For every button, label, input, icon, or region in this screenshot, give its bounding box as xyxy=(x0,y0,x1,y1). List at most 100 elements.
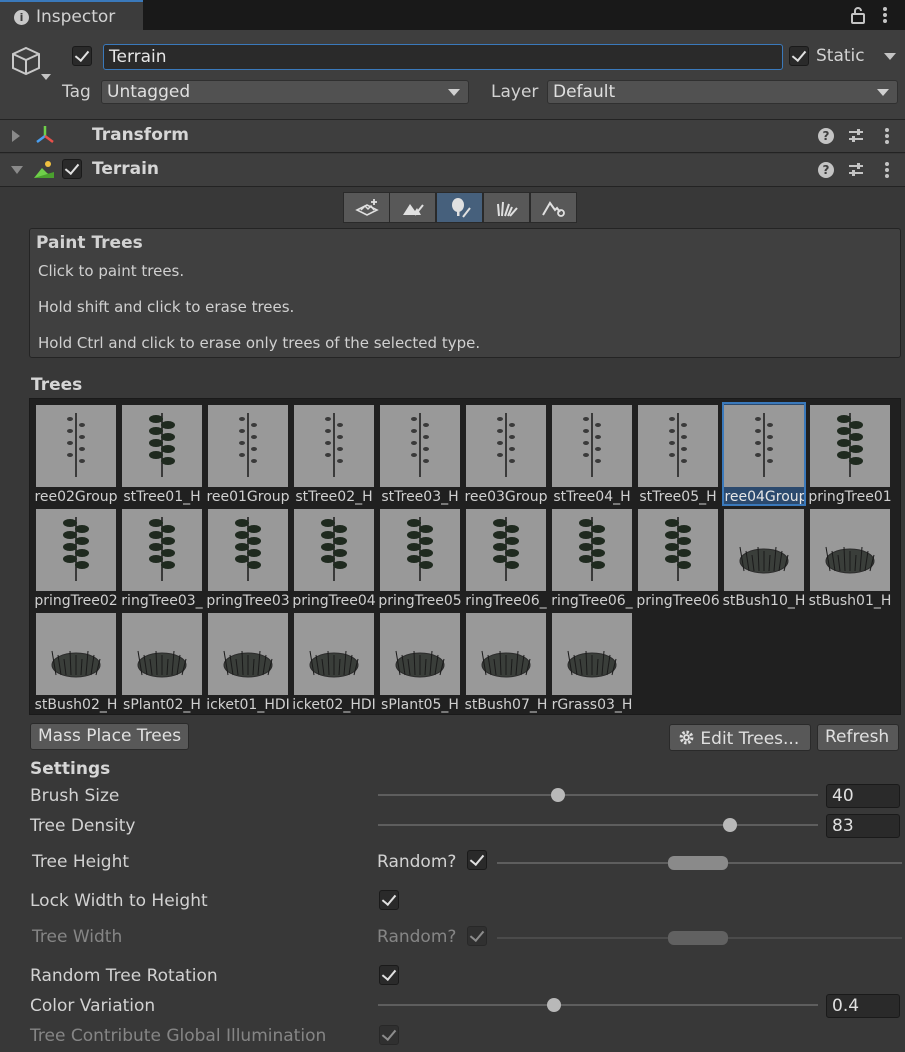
tree-prototype-item[interactable]: ringTree03_ xyxy=(120,506,204,610)
tree-prototype-item[interactable]: pringTree06 xyxy=(636,506,720,610)
tree-prototype-label: ree01Group xyxy=(206,489,290,505)
tree-thumbnail-image xyxy=(36,613,116,695)
tree-prototype-item[interactable]: stBush10_H xyxy=(722,506,806,610)
tree-silhouette-icon xyxy=(67,413,85,477)
color-variation-slider-thumb[interactable] xyxy=(547,998,561,1012)
tree-prototype-item[interactable]: sPlant05_H xyxy=(378,610,462,714)
help-icon[interactable]: ? xyxy=(818,128,834,144)
terrain-title: Terrain xyxy=(92,159,160,179)
edit-trees-button[interactable]: Edit Trees... xyxy=(669,724,811,751)
tree-prototype-item[interactable]: icket01_HDI xyxy=(206,610,290,714)
tree-prototype-item[interactable]: stTree04_H xyxy=(550,402,634,506)
chevron-down-icon xyxy=(448,89,460,96)
tree-thumbnail-image xyxy=(552,405,632,487)
create-neighbor-terrains-button[interactable] xyxy=(343,192,390,223)
lock-icon[interactable] xyxy=(850,6,866,24)
tree-silhouette-icon xyxy=(235,517,261,581)
mass-place-trees-button[interactable]: Mass Place Trees xyxy=(30,723,190,750)
tree-prototype-item[interactable]: ree01Group xyxy=(206,402,290,506)
tree-prototype-item[interactable]: ringTree06_ xyxy=(464,506,548,610)
tab-menu-icon[interactable] xyxy=(882,6,888,24)
tree-prototype-label: stBush07_H xyxy=(464,697,548,713)
create-neighbor-terrains-icon xyxy=(355,199,379,216)
paint-details-icon xyxy=(497,201,518,217)
tree-thumbnail-image xyxy=(36,509,116,591)
help-icon[interactable]: ? xyxy=(818,162,834,178)
terrain-enabled-checkbox[interactable] xyxy=(62,159,82,179)
tree-silhouette-icon xyxy=(239,413,257,477)
tree-prototype-item[interactable]: pringTree04 xyxy=(292,506,376,610)
tree-prototype-item[interactable]: stBush07_H xyxy=(464,610,548,714)
random-tree-rotation-checkbox[interactable] xyxy=(379,965,399,985)
tree-prototype-item[interactable]: stTree01_H xyxy=(120,402,204,506)
terrain-tool-toolbar xyxy=(343,192,578,223)
tree-prototype-item[interactable]: ringTree06_ xyxy=(550,506,634,610)
tree-prototype-item[interactable]: sPlant02_H xyxy=(120,610,204,714)
static-label: Static xyxy=(816,46,865,66)
foldout-collapsed-icon[interactable] xyxy=(12,130,20,142)
tree-silhouette-icon xyxy=(137,650,187,678)
color-variation-field[interactable]: 0.4 xyxy=(826,994,900,1018)
tree-prototype-item[interactable]: pringTree02 xyxy=(34,506,118,610)
tree-prototype-item[interactable]: rGrass03_H xyxy=(550,610,634,714)
tree-prototype-item[interactable]: pringTree03 xyxy=(206,506,290,610)
tree-prototype-label: ree02Group xyxy=(34,489,118,505)
component-menu-icon[interactable] xyxy=(884,127,890,145)
tree-prototype-label: stBush10_H xyxy=(722,593,806,609)
tree-prototype-label: ree04Group xyxy=(724,489,806,505)
paint-trees-button[interactable] xyxy=(436,192,483,223)
tree-contribute-gi-checkbox xyxy=(379,1025,399,1045)
tree-height-minmax-range[interactable] xyxy=(668,856,728,870)
tree-height-random-checkbox[interactable] xyxy=(467,850,487,870)
tree-prototype-label: sPlant05_H xyxy=(381,697,459,713)
tree-prototype-item[interactable]: pringTree05 xyxy=(378,506,462,610)
terrain-settings-button[interactable] xyxy=(530,192,577,223)
tree-density-slider-track[interactable] xyxy=(378,824,818,826)
tree-prototype-item[interactable]: ree04Group xyxy=(722,402,806,506)
help-title: Paint Trees xyxy=(36,233,143,253)
tree-silhouette-icon xyxy=(665,517,691,581)
tree-height-label: Tree Height xyxy=(32,852,130,872)
tree-thumbnail-image xyxy=(810,405,890,487)
tree-prototype-item[interactable]: ree02Group xyxy=(34,402,118,506)
icon-dropdown-arrow-icon[interactable] xyxy=(41,74,51,80)
static-checkbox[interactable] xyxy=(789,46,809,66)
tree-thumbnail-image xyxy=(122,613,202,695)
tree-thumbnail-image xyxy=(294,613,374,695)
tab-inspector[interactable]: i Inspector xyxy=(0,0,143,30)
tree-prototype-label: pringTree01 xyxy=(808,489,892,505)
active-checkbox[interactable] xyxy=(72,46,92,66)
layer-dropdown[interactable]: Default xyxy=(547,80,898,104)
gameobject-cube-icon[interactable] xyxy=(10,45,42,77)
tree-prototype-item[interactable]: ree03Group xyxy=(464,402,548,506)
tag-dropdown[interactable]: Untagged xyxy=(101,80,469,104)
tree-prototype-item[interactable]: stTree02_H xyxy=(292,402,376,506)
static-dropdown-icon[interactable] xyxy=(884,53,896,60)
tree-silhouette-icon xyxy=(579,517,605,581)
tree-density-slider-thumb[interactable] xyxy=(723,818,737,832)
component-menu-icon[interactable] xyxy=(884,161,890,179)
foldout-expanded-icon[interactable] xyxy=(11,166,23,174)
brush-size-slider-thumb[interactable] xyxy=(551,788,566,802)
tree-prototype-item[interactable]: pringTree01 xyxy=(808,402,892,506)
tree-prototype-item[interactable]: stTree03_H xyxy=(378,402,462,506)
gameobject-name-field[interactable]: Terrain xyxy=(103,44,783,70)
presets-sliders-icon[interactable] xyxy=(848,162,864,178)
brush-size-field[interactable]: 40 xyxy=(826,784,900,808)
brush-size-slider-track[interactable] xyxy=(378,794,818,796)
refresh-button[interactable]: Refresh xyxy=(817,724,899,751)
tree-prototype-item[interactable]: icket02_HDI xyxy=(292,610,376,714)
tree-prototype-item[interactable]: stBush01_H xyxy=(808,506,892,610)
tree-density-field[interactable]: 83 xyxy=(826,814,900,838)
paint-details-button[interactable] xyxy=(483,192,530,223)
lock-width-to-height-checkbox[interactable] xyxy=(379,890,399,910)
tree-prototype-item[interactable]: stBush02_H xyxy=(34,610,118,714)
tree-prototype-grid: ree02Group stTree01_H ree01Group stTree02_H… xyxy=(29,398,901,715)
tree-prototype-item[interactable]: stTree05_H xyxy=(636,402,720,506)
help-line: Click to paint trees. xyxy=(38,262,185,280)
gear-icon xyxy=(679,730,694,745)
tree-prototype-label: ree03Group xyxy=(464,489,548,505)
presets-sliders-icon[interactable] xyxy=(848,128,864,144)
color-variation-slider-track[interactable] xyxy=(378,1004,818,1006)
paint-terrain-button[interactable] xyxy=(389,192,436,223)
